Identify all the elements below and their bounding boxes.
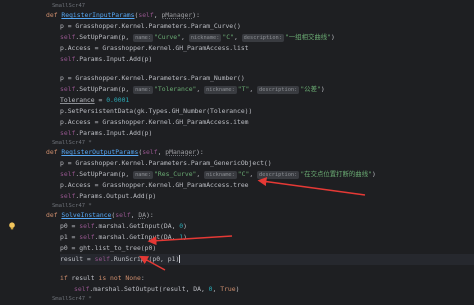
arrow-to-tree-access	[257, 177, 366, 196]
annotation-arrows	[139, 177, 366, 271]
arrow-to-runscript	[139, 255, 166, 271]
arrow-to-list-to-tree	[147, 235, 233, 246]
